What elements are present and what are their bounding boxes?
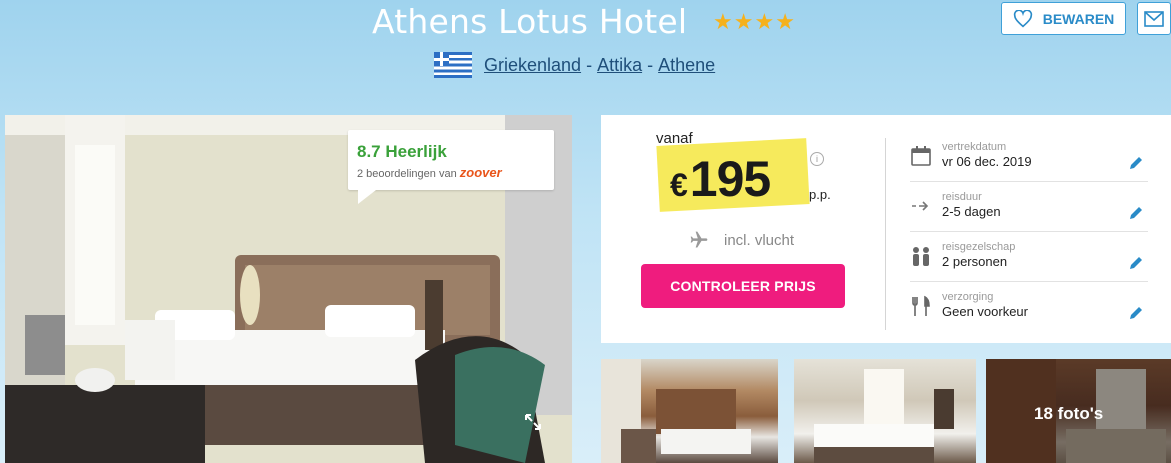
rating-reviews-text: 2 beoordelingen van [357, 168, 457, 180]
rating-badge[interactable]: 8.7 Heerlijk 2 beoordelingen van zoover [348, 130, 554, 204]
detail-divider [910, 181, 1148, 182]
location-link-region[interactable]: Attika [597, 55, 642, 76]
detail-label: vertrekdatum [942, 141, 1007, 153]
star-icon: ★ [713, 9, 733, 34]
detail-value: 2-5 dagen [942, 204, 1001, 219]
star-icon: ★ [733, 9, 754, 34]
detail-value: 2 personen [942, 254, 1008, 269]
pencil-icon[interactable] [1128, 255, 1144, 271]
info-icon[interactable]: i [810, 152, 824, 166]
cutlery-icon [912, 295, 930, 316]
star-rating: ★ ★ ★ ★ [713, 10, 795, 34]
envelope-icon [1144, 10, 1164, 27]
location-separator: - [647, 54, 654, 75]
price-per-person: p.p. [809, 187, 831, 202]
pencil-icon[interactable] [1128, 305, 1144, 321]
rating-score: 8.7 [357, 142, 381, 161]
duration-arrow-icon [912, 201, 929, 211]
heart-icon [1013, 9, 1032, 27]
location-breadcrumb: Griekenland - Attika - Athene [434, 52, 715, 78]
detail-divider [910, 231, 1148, 232]
flight-included-label: incl. vlucht [724, 231, 795, 249]
location-link-city[interactable]: Athene [658, 55, 715, 76]
airplane-icon [690, 231, 708, 248]
rating-label: Heerlijk [385, 142, 447, 161]
location-link-country[interactable]: Griekenland [484, 55, 581, 76]
detail-label: reisgezelschap [942, 241, 1016, 253]
save-button[interactable]: BEWAREN [1001, 2, 1126, 35]
gallery-thumbnail[interactable] [601, 359, 778, 463]
calendar-icon [911, 146, 931, 166]
detail-departure-date[interactable]: vertrekdatum vr 06 dec. 2019 [910, 141, 1150, 177]
rating-score-line: 8.7 Heerlijk [357, 142, 546, 162]
price-value: 195 [689, 151, 771, 207]
check-price-button[interactable]: CONTROLEER PRIJS [641, 264, 845, 308]
flight-included: incl. vlucht [688, 230, 794, 250]
hotel-title: Athens Lotus Hotel [372, 2, 688, 41]
price-currency: € [670, 167, 688, 203]
pencil-icon[interactable] [1128, 155, 1144, 171]
star-icon: ★ [754, 9, 775, 34]
price-card-divider [885, 138, 886, 330]
people-icon [913, 247, 929, 266]
detail-value: vr 06 dec. 2019 [942, 154, 1032, 169]
detail-label: verzorging [942, 291, 994, 303]
gallery-thumbnail[interactable] [794, 359, 976, 463]
greece-flag-icon [434, 52, 472, 78]
detail-board[interactable]: verzorging Geen voorkeur [910, 291, 1150, 327]
location-separator: - [586, 54, 593, 75]
expand-icon[interactable] [523, 412, 543, 437]
detail-label: reisduur [942, 191, 982, 203]
rating-reviews: 2 beoordelingen van zoover [357, 165, 546, 180]
star-icon: ★ [775, 9, 795, 34]
photo-count-label[interactable]: 18 foto's [1034, 404, 1103, 424]
detail-party[interactable]: reisgezelschap 2 personen [910, 241, 1150, 277]
pencil-icon[interactable] [1128, 205, 1144, 221]
zoover-logo: zoover [459, 165, 502, 180]
detail-value: Geen voorkeur [942, 304, 1028, 319]
save-button-label: BEWAREN [1042, 10, 1115, 27]
detail-divider [910, 281, 1148, 282]
price-amount: € 195 [670, 150, 771, 208]
detail-duration[interactable]: reisduur 2-5 dagen [910, 191, 1150, 227]
email-share-button[interactable] [1137, 2, 1171, 35]
